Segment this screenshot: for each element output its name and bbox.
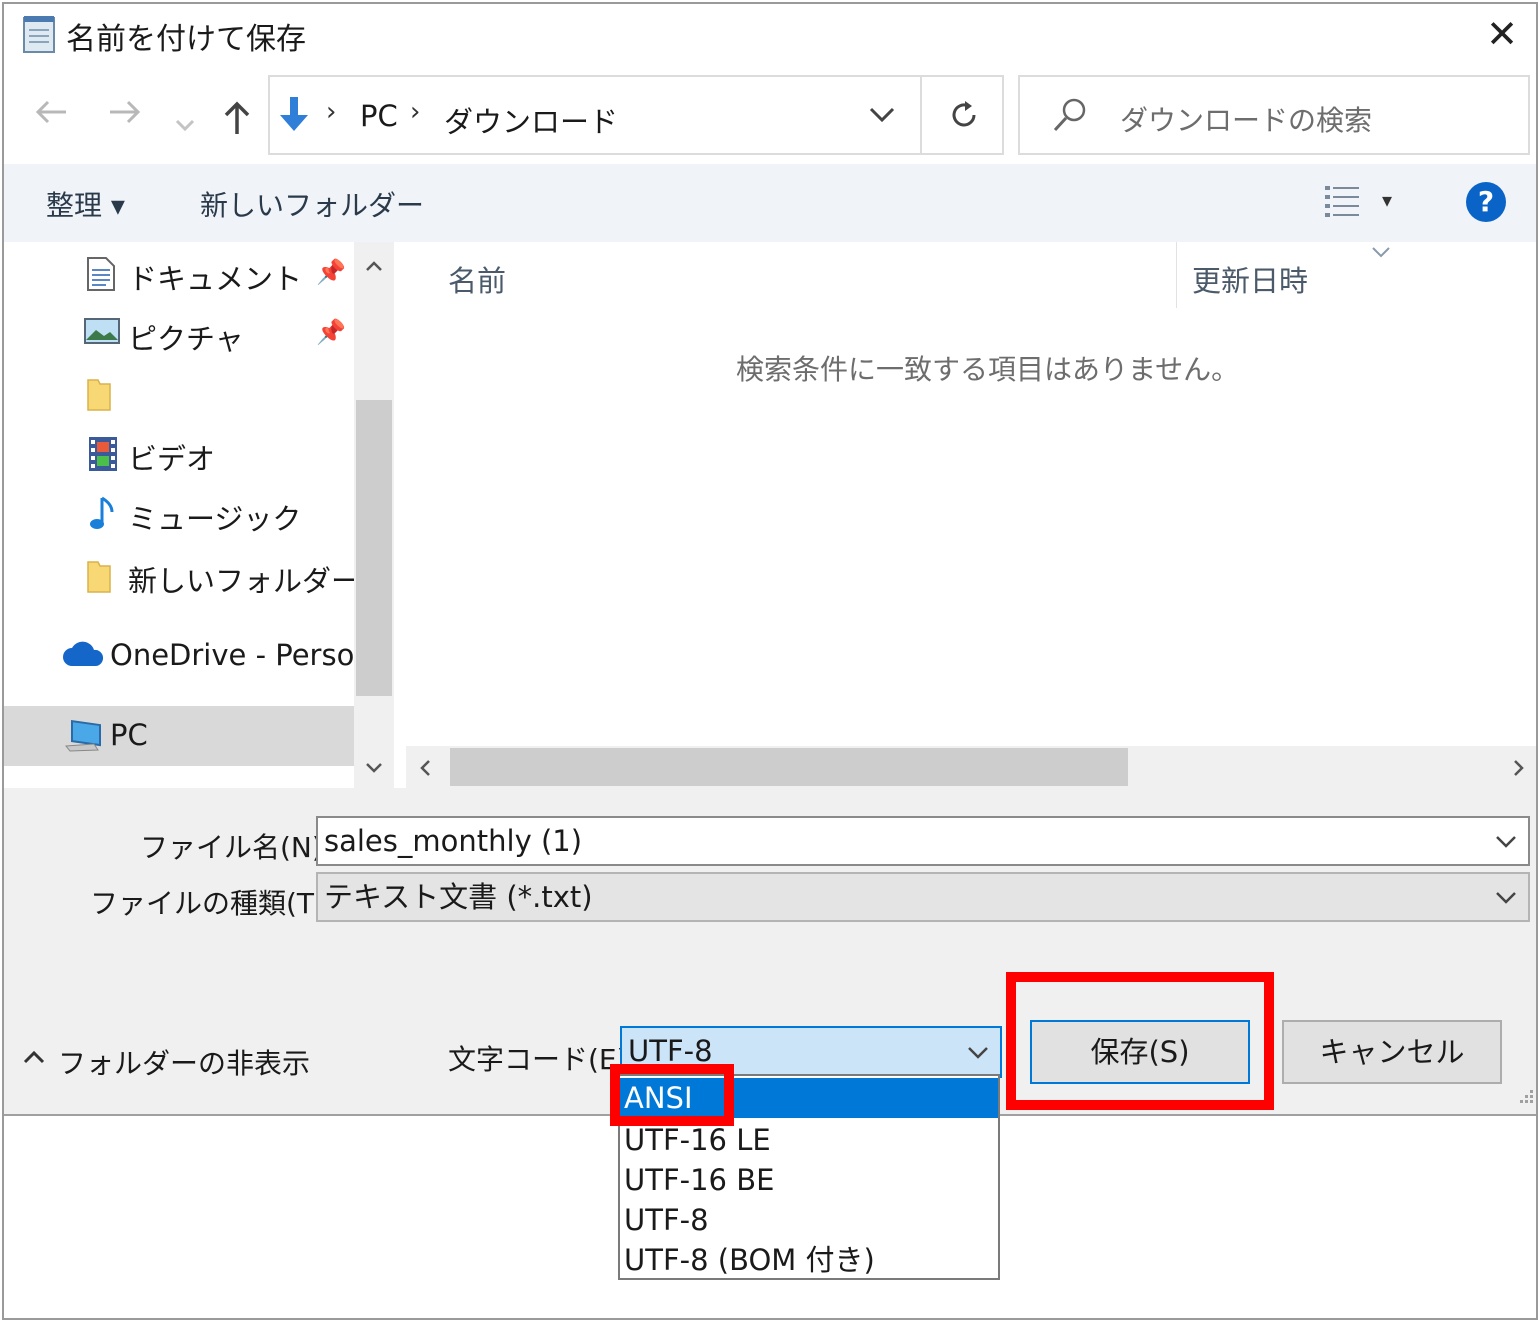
music-icon — [88, 496, 122, 530]
command-toolbar: 整理 ▾ 新しいフォルダー ▾ ? — [4, 164, 1536, 242]
forward-arrow-icon[interactable] — [108, 96, 142, 136]
nav-pane-scroll-thumb[interactable] — [356, 400, 392, 696]
nav-item-folder[interactable] — [4, 364, 354, 424]
filetype-value: テキスト文書 (*.txt) — [324, 880, 593, 914]
encoding-value: UTF-8 — [628, 1034, 713, 1068]
chevron-up-icon — [22, 1048, 46, 1070]
title-bar: 名前を付けて保存 ✕ — [4, 4, 1536, 66]
sort-chevron-icon — [1370, 244, 1392, 263]
nav-item-pc[interactable]: PC — [4, 706, 354, 766]
notepad-icon — [20, 14, 58, 58]
breadcrumb-separator-icon: › — [410, 97, 421, 127]
save-options-area: ファイル名(N): sales_monthly (1) ファイルの種類(T): … — [4, 788, 1536, 1116]
column-header-modified[interactable]: 更新日時 — [1192, 258, 1308, 300]
breadcrumb-separator-icon: › — [326, 97, 337, 127]
help-label: ? — [1477, 185, 1495, 218]
breadcrumb-pc[interactable]: PC — [360, 99, 398, 133]
navigation-pane: ドキュメント 📌 ピクチャ 📌 ビデオ ミュージック 新しいフォルダー OneD… — [4, 242, 396, 788]
scroll-down-icon[interactable] — [364, 760, 384, 779]
horizontal-scroll-thumb[interactable] — [450, 748, 1128, 786]
annotation-highlight-save — [1006, 972, 1274, 1110]
organize-menu-button[interactable]: 整理 ▾ — [46, 184, 125, 224]
nav-item-onedrive[interactable]: OneDrive - Persor — [4, 626, 366, 686]
breadcrumb-downloads[interactable]: ダウンロード — [444, 99, 618, 141]
close-icon[interactable]: ✕ — [1480, 12, 1524, 56]
search-input[interactable]: ダウンロードの検索 — [1018, 75, 1530, 155]
encoding-label: 文字コード(E): — [448, 1043, 637, 1076]
scroll-right-icon[interactable] — [1512, 758, 1526, 782]
pin-icon[interactable]: 📌 — [316, 258, 346, 286]
scroll-up-icon[interactable] — [364, 258, 384, 277]
nav-item-label: 新しいフォルダー — [128, 564, 361, 598]
chevron-down-icon[interactable] — [1494, 874, 1518, 935]
cancel-label: キャンセル — [1319, 1035, 1465, 1069]
document-icon — [86, 256, 120, 291]
filename-value: sales_monthly (1) — [324, 824, 583, 858]
details-view-icon[interactable] — [1324, 184, 1360, 222]
search-icon — [1052, 97, 1088, 137]
up-arrow-icon[interactable] — [222, 100, 252, 145]
downloads-arrow-icon — [276, 95, 312, 139]
help-icon[interactable]: ? — [1466, 182, 1506, 222]
pictures-icon — [84, 316, 120, 350]
filename-label: ファイル名(N): — [140, 831, 333, 864]
encoding-option-utf8-bom[interactable]: UTF-8 (BOM 付き) — [620, 1240, 998, 1280]
file-list-horizontal-scrollbar[interactable] — [406, 746, 1536, 788]
filetype-label: ファイルの種類(T): — [90, 887, 335, 920]
search-placeholder: ダウンロードの検索 — [1120, 104, 1373, 137]
empty-results-message: 検索条件に一致する項目はありません。 — [736, 353, 1240, 386]
nav-item-label: ミュージック — [128, 502, 302, 536]
onedrive-cloud-icon — [62, 640, 106, 674]
recent-locations-chevron-icon[interactable] — [174, 102, 196, 142]
annotation-highlight-ansi — [610, 1064, 734, 1126]
back-arrow-icon[interactable] — [34, 96, 68, 136]
nav-pane-scrollbar[interactable] — [354, 242, 394, 788]
view-options-chevron-icon[interactable]: ▾ — [1382, 188, 1392, 212]
chevron-down-icon[interactable] — [868, 105, 896, 129]
folder-icon — [86, 558, 120, 593]
column-header-name[interactable]: 名前 — [448, 258, 506, 300]
nav-item-label: OneDrive - Persor — [110, 638, 367, 672]
encoding-option-utf8[interactable]: UTF-8 — [620, 1200, 998, 1240]
filename-field[interactable]: sales_monthly (1) — [316, 816, 1530, 866]
encoding-option-utf16le[interactable]: UTF-16 LE — [620, 1120, 998, 1160]
column-divider — [1176, 242, 1177, 308]
nav-item-music[interactable]: ミュージック — [4, 484, 354, 544]
folder-icon — [86, 376, 120, 411]
resize-grip-icon[interactable] — [1516, 1088, 1534, 1110]
nav-item-label: PC — [110, 718, 148, 752]
address-bar[interactable]: › PC › ダウンロード — [268, 75, 1004, 155]
nav-item-new-folder[interactable]: 新しいフォルダー — [4, 546, 360, 606]
nav-item-label: ビデオ — [128, 442, 216, 476]
filetype-select[interactable]: テキスト文書 (*.txt) — [316, 872, 1530, 922]
cancel-button[interactable]: キャンセル — [1282, 1020, 1502, 1084]
scroll-left-icon[interactable] — [418, 758, 432, 782]
nav-item-documents[interactable]: ドキュメント 📌 — [4, 244, 354, 304]
nav-item-videos[interactable]: ビデオ — [4, 424, 354, 484]
refresh-icon[interactable] — [948, 99, 980, 135]
window-title: 名前を付けて保存 — [66, 22, 306, 57]
nav-item-label: ドキュメント — [128, 262, 303, 296]
video-icon — [88, 436, 122, 471]
address-divider — [920, 77, 922, 153]
pin-icon[interactable]: 📌 — [316, 318, 346, 346]
new-folder-button[interactable]: 新しいフォルダー — [200, 184, 424, 224]
chevron-down-icon[interactable] — [1494, 818, 1518, 879]
nav-item-pictures[interactable]: ピクチャ 📌 — [4, 304, 354, 364]
nav-item-label: ピクチャ — [128, 322, 244, 356]
hide-folders-label: フォルダーの非表示 — [58, 1047, 311, 1080]
encoding-option-utf16be[interactable]: UTF-16 BE — [620, 1160, 998, 1200]
pc-icon — [64, 718, 104, 752]
file-list-pane: 名前 更新日時 検索条件に一致する項目はありません。 — [402, 242, 1536, 788]
